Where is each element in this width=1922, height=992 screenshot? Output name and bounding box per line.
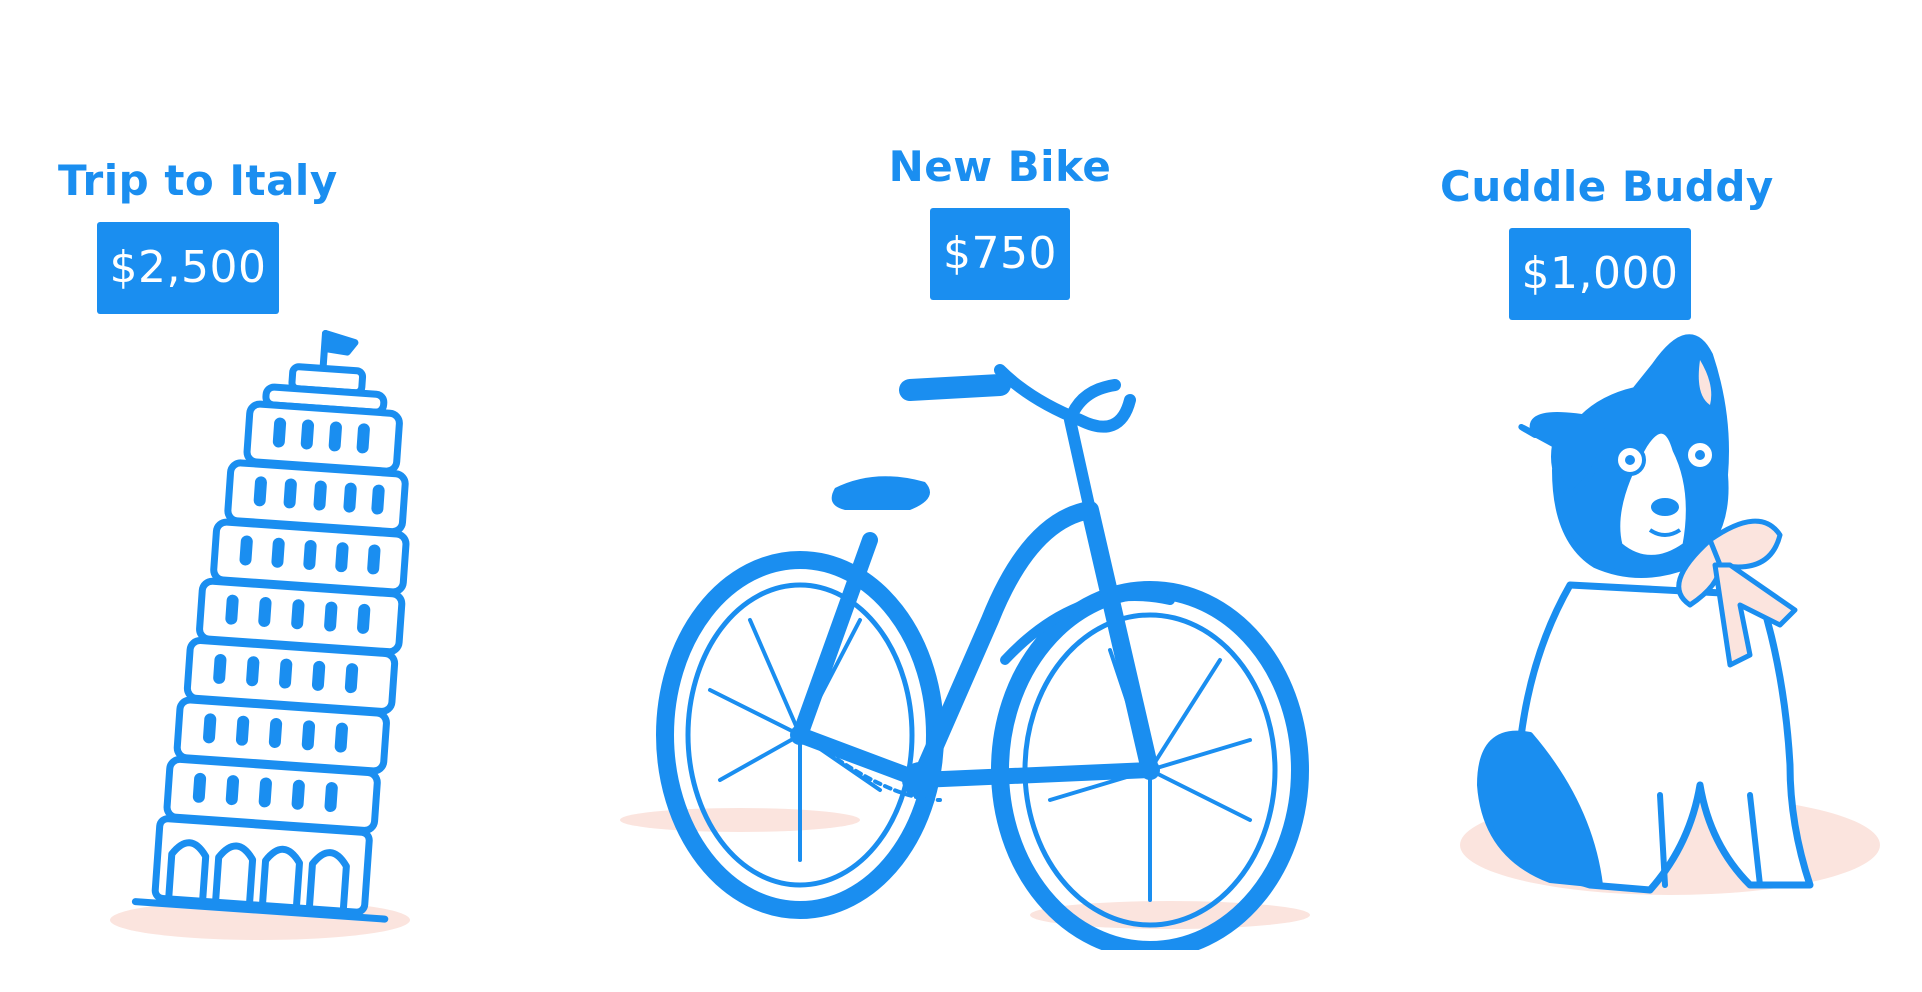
goal-price-badge: $2,500	[96, 222, 280, 314]
goal-price-badge: $750	[930, 208, 1070, 300]
goal-card-dog: Cuddle Buddy $1,000	[1440, 162, 1774, 320]
goal-title: New Bike	[888, 142, 1112, 191]
goal-title: Cuddle Buddy	[1440, 162, 1774, 211]
dog-icon	[1460, 334, 1880, 895]
goal-card-bike: New Bike $750	[880, 142, 1120, 300]
leaning-tower-icon	[110, 330, 410, 940]
goal-price-badge: $1,000	[1508, 228, 1692, 320]
bicycle-icon	[620, 364, 1310, 950]
goal-card-italy: Trip to Italy $2,500	[58, 156, 338, 314]
goal-title: Trip to Italy	[58, 156, 338, 205]
